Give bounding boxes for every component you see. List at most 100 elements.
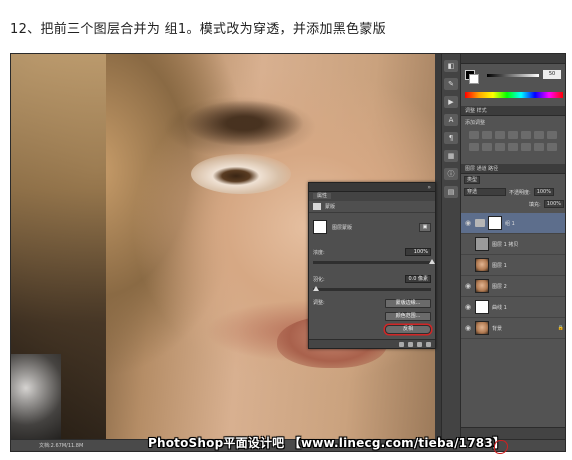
photo-eye <box>191 154 291 194</box>
eye-icon[interactable]: ◉ <box>464 324 472 332</box>
feather-field: 羽化: 0.0 像素 <box>309 272 435 286</box>
panel-icon-strip: ◧ ✎ ▶ A ¶ ▦ ⓘ ▤ <box>441 54 461 439</box>
folder-icon <box>475 219 485 227</box>
eye-icon[interactable]: ◉ <box>464 282 472 290</box>
color-spectrum[interactable] <box>465 92 563 98</box>
properties-subhead: 蒙版 <box>309 201 435 213</box>
layer-mask-label: 图层蒙版 <box>332 224 353 231</box>
color-balance-icon[interactable] <box>547 131 557 139</box>
layers-tabbar[interactable]: 图层 通道 路径 <box>461 164 565 174</box>
levels-icon[interactable] <box>482 131 492 139</box>
color-panel-tabbar <box>461 54 565 64</box>
paragraph-icon[interactable]: ¶ <box>444 132 458 144</box>
invert-button[interactable]: 反相 <box>385 325 431 334</box>
fill-row: 填充: 100% <box>461 198 565 210</box>
layer-row[interactable]: 图层 1 <box>461 255 565 276</box>
opacity-input[interactable]: 100% <box>533 188 554 196</box>
brightness-icon[interactable] <box>469 131 479 139</box>
photo-earring <box>11 354 61 439</box>
history-icon[interactable]: ◧ <box>444 60 458 72</box>
adjustments-tabbar[interactable]: 调整 样式 <box>461 106 565 116</box>
swatches-icon[interactable]: ▦ <box>444 150 458 162</box>
density-slider[interactable] <box>313 259 435 264</box>
invert-adjust-icon[interactable] <box>521 143 531 151</box>
layer-row[interactable]: ◉ 组 1 <box>461 213 565 234</box>
brush-icon[interactable]: ✎ <box>444 78 458 90</box>
properties-panel: » 属性 蒙版 图层蒙版 ▣ 浓度: 100% 羽化: 0.0 像素 调整: 蒙… <box>308 182 436 349</box>
density-input[interactable]: 100% <box>405 248 431 256</box>
refine-label: 调整: <box>313 300 325 306</box>
layer-row[interactable]: ◉ 曲线 1 <box>461 297 565 318</box>
watermark: PhotoShop平面设计吧 【www.linecg.com/tieba/178… <box>148 436 506 450</box>
properties-subhead-label: 蒙版 <box>325 204 336 210</box>
color-lookup-icon[interactable] <box>508 143 518 151</box>
layer-thumbnail <box>475 279 489 293</box>
layer-name: 图层 2 <box>492 283 507 290</box>
properties-icon[interactable]: ▤ <box>444 186 458 198</box>
mask-edge-button[interactable]: 蒙版边缘... <box>385 299 431 308</box>
layers-list: ◉ 组 1 图层 1 拷贝 图层 1 ◉ 图层 2 ◉ 曲线 1 ◉ 背景 🔒 <box>461 213 565 339</box>
info-icon[interactable]: ⓘ <box>444 168 458 180</box>
feather-slider-knob[interactable] <box>313 286 319 291</box>
density-slider-knob[interactable] <box>429 259 435 264</box>
layer-name: 背景 <box>492 325 503 332</box>
gray-slider[interactable] <box>487 74 539 77</box>
layer-row[interactable]: ◉ 背景 🔒 <box>461 318 565 339</box>
layer-thumbnail <box>475 300 489 314</box>
feather-input[interactable]: 0.0 像素 <box>405 275 431 283</box>
close-icon[interactable]: » <box>427 183 431 192</box>
layer-name: 图层 1 拷贝 <box>492 241 519 248</box>
feather-label: 羽化: <box>313 276 325 283</box>
properties-titlebar[interactable]: » <box>309 183 435 192</box>
layer-thumbnail <box>475 321 489 335</box>
layer-row[interactable]: ◉ 图层 2 <box>461 276 565 297</box>
gray-value-input[interactable]: 50 <box>543 70 561 79</box>
visibility-icon[interactable] <box>417 341 422 347</box>
layer-row[interactable]: 图层 1 拷贝 <box>461 234 565 255</box>
layer-filter-row: 类型 <box>461 174 565 186</box>
fill-label: 填充: <box>529 201 541 208</box>
pixel-mask-button[interactable]: ▣ <box>419 222 431 232</box>
right-panels: 50 调整 样式 添加调整 图层 通道 路径 类型 穿透 不透明度: 100% … <box>461 54 565 439</box>
eye-icon[interactable]: ◉ <box>464 219 472 227</box>
channel-mixer-icon[interactable] <box>495 143 505 151</box>
blend-mode-select[interactable]: 穿透 <box>464 188 506 196</box>
color-range-button[interactable]: 颜色范围... <box>385 312 431 321</box>
fill-input[interactable]: 100% <box>543 200 564 208</box>
opacity-label: 不透明度: <box>509 189 531 196</box>
properties-footer <box>309 339 435 348</box>
posterize-icon[interactable] <box>534 143 544 151</box>
layer-thumbnail <box>475 237 489 251</box>
layer-name: 图层 1 <box>492 262 507 269</box>
lock-icon: 🔒 <box>557 325 564 331</box>
vibrance-icon[interactable] <box>521 131 531 139</box>
layer-name: 曲线 1 <box>492 304 507 311</box>
adjustments-hint: 添加调整 <box>465 120 486 126</box>
curves-icon[interactable] <box>495 131 505 139</box>
tab-properties[interactable]: 属性 <box>313 193 332 199</box>
photo-filter-icon[interactable] <box>482 143 492 151</box>
load-selection-icon[interactable] <box>399 341 404 347</box>
layer-name: 组 1 <box>505 220 515 227</box>
eye-icon[interactable]: ◉ <box>464 303 472 311</box>
density-label: 浓度: <box>313 249 325 256</box>
mask-thumbnail[interactable] <box>313 220 327 234</box>
background-color-swatch[interactable] <box>469 74 479 84</box>
blend-row: 穿透 不透明度: 100% <box>461 186 565 198</box>
step-caption: 12、把前三个图层合并为 组1。模式改为穿透，并添加黑色蒙版 <box>10 22 386 37</box>
trash-icon[interactable] <box>426 341 431 347</box>
apply-mask-icon[interactable] <box>408 341 413 347</box>
character-icon[interactable]: A <box>444 114 458 126</box>
properties-tabbar: 属性 <box>309 192 435 201</box>
layer-mask-row: 图层蒙版 ▣ <box>309 217 435 237</box>
density-field: 浓度: 100% <box>309 245 435 259</box>
adjustments-icon-grid <box>461 129 565 153</box>
layer-kind-select[interactable]: 类型 <box>464 176 481 184</box>
hue-saturation-icon[interactable] <box>534 131 544 139</box>
threshold-icon[interactable] <box>547 143 557 151</box>
mask-mode-icon <box>313 203 321 210</box>
feather-slider[interactable] <box>313 286 431 291</box>
actions-icon[interactable]: ▶ <box>444 96 458 108</box>
exposure-icon[interactable] <box>508 131 518 139</box>
black-white-icon[interactable] <box>469 143 479 151</box>
